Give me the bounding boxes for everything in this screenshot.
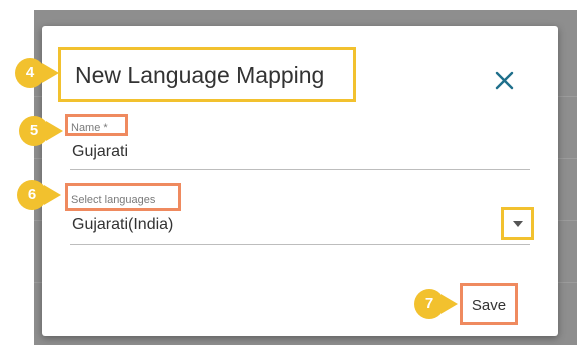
save-button[interactable]: Save <box>460 283 518 325</box>
close-icon[interactable] <box>492 67 518 93</box>
callout-marker-4: 4 <box>15 55 59 91</box>
languages-select[interactable]: Gujarati(India) <box>72 216 173 234</box>
dialog-title-highlight: New Language Mapping <box>58 47 356 102</box>
chevron-down-icon <box>513 221 523 227</box>
languages-select-underline <box>70 244 530 245</box>
name-input[interactable]: Gujarati <box>72 143 128 161</box>
callout-number: 7 <box>424 295 434 312</box>
save-button-label: Save <box>471 297 507 314</box>
callout-number: 6 <box>27 186 37 203</box>
callout-marker-6: 6 <box>17 177 61 213</box>
name-input-underline <box>70 169 530 170</box>
name-label: Name * <box>71 122 108 134</box>
dialog-title: New Language Mapping <box>75 62 325 88</box>
callout-number: 5 <box>29 122 39 139</box>
languages-label: Select languages <box>71 194 156 206</box>
languages-label-highlight: Select languages <box>65 183 181 211</box>
languages-dropdown-button[interactable] <box>501 207 534 240</box>
name-label-highlight: Name * <box>65 114 128 136</box>
callout-marker-5: 5 <box>19 113 63 149</box>
callout-marker-7: 7 <box>414 286 458 322</box>
callout-number: 4 <box>25 64 35 81</box>
